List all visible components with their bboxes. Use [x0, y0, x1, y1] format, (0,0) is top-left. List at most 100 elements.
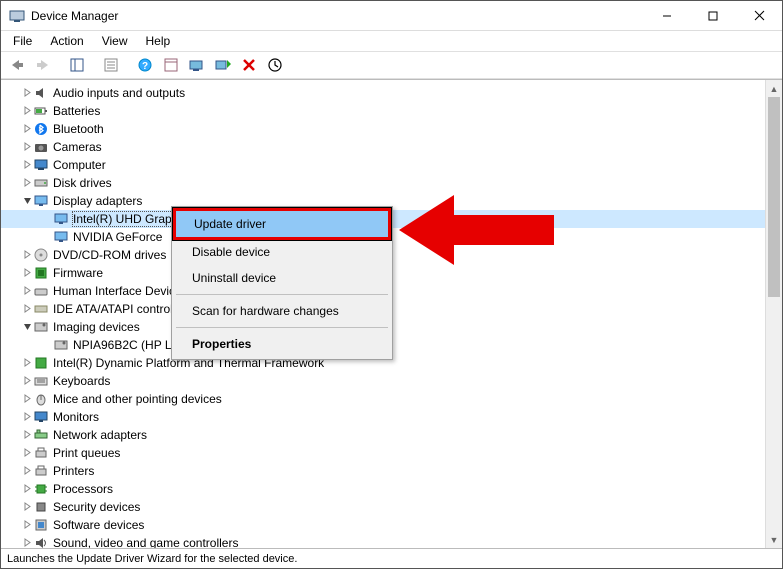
tree-item[interactable]: Bluetooth — [1, 120, 765, 138]
disable-button[interactable] — [263, 54, 287, 76]
scroll-up-button[interactable]: ▲ — [766, 80, 782, 97]
network-icon — [33, 427, 49, 443]
expand-icon[interactable] — [21, 87, 33, 100]
ctx-update-driver[interactable]: Update driver — [173, 208, 391, 240]
ctx-disable-device[interactable]: Disable device — [174, 239, 390, 265]
vertical-scrollbar[interactable]: ▲ ▼ — [765, 80, 782, 548]
minimize-button[interactable] — [644, 1, 690, 31]
tree-item[interactable]: Computer — [1, 156, 765, 174]
expand-icon[interactable] — [21, 303, 33, 316]
expand-icon[interactable] — [21, 519, 33, 532]
dvd-icon — [33, 247, 49, 263]
tree-item[interactable]: Software devices — [1, 516, 765, 534]
tree-item-label: Bluetooth — [53, 122, 104, 136]
expand-icon[interactable] — [21, 411, 33, 424]
tree-item-label: Disk drives — [53, 176, 112, 190]
tree-item[interactable]: Audio inputs and outputs — [1, 84, 765, 102]
expand-icon[interactable] — [21, 357, 33, 370]
tree-item-label: Network adapters — [53, 428, 147, 442]
status-bar: Launches the Update Driver Wizard for th… — [1, 548, 782, 568]
expand-icon[interactable] — [21, 159, 33, 172]
expand-icon[interactable] — [21, 141, 33, 154]
tree-item[interactable]: Monitors — [1, 408, 765, 426]
expand-icon[interactable] — [21, 177, 33, 190]
tree-item[interactable]: Network adapters — [1, 426, 765, 444]
expand-icon[interactable] — [21, 105, 33, 118]
tree-item-label: Printers — [53, 464, 94, 478]
expand-icon[interactable] — [21, 501, 33, 514]
help-button[interactable]: ? — [133, 54, 157, 76]
hid-icon — [33, 283, 49, 299]
tree-item[interactable]: Mice and other pointing devices — [1, 390, 765, 408]
tree-item-label: Imaging devices — [53, 320, 140, 334]
menu-file[interactable]: File — [5, 32, 40, 50]
tree-item-label: Batteries — [53, 104, 100, 118]
expand-icon[interactable] — [21, 465, 33, 478]
properties-button[interactable] — [99, 54, 123, 76]
scan-hardware-button[interactable] — [211, 54, 235, 76]
firmware-icon — [33, 265, 49, 281]
tree-item[interactable]: Batteries — [1, 102, 765, 120]
tree-item-label: Firmware — [53, 266, 103, 280]
tree-item-label: Cameras — [53, 140, 102, 154]
ide-icon — [33, 301, 49, 317]
menu-action[interactable]: Action — [42, 32, 91, 50]
ctx-uninstall-device[interactable]: Uninstall device — [174, 265, 390, 291]
tree-item[interactable]: Sound, video and game controllers — [1, 534, 765, 548]
tree-item[interactable]: Print queues — [1, 444, 765, 462]
tree-item-label: NVIDIA GeForce — [73, 230, 162, 244]
collapse-icon[interactable] — [21, 321, 33, 334]
app-icon — [9, 8, 25, 24]
tree-item[interactable]: Disk drives — [1, 174, 765, 192]
tree-item-label: Mice and other pointing devices — [53, 392, 222, 406]
separator — [125, 54, 131, 76]
expand-icon[interactable] — [21, 123, 33, 136]
tree-item[interactable]: Keyboards — [1, 372, 765, 390]
platform-icon — [33, 355, 49, 371]
show-hide-tree-button[interactable] — [65, 54, 89, 76]
ctx-scan-hardware[interactable]: Scan for hardware changes — [174, 298, 390, 324]
expand-icon[interactable] — [21, 267, 33, 280]
printer-icon — [33, 463, 49, 479]
software-icon — [33, 517, 49, 533]
menu-view[interactable]: View — [94, 32, 136, 50]
content-area: Audio inputs and outputs Batteries Bluetoo… — [1, 79, 782, 548]
menu-help[interactable]: Help — [138, 32, 179, 50]
device-manager-window: Device Manager File Action View Help ? A… — [0, 0, 783, 569]
tree-item[interactable]: Printers — [1, 462, 765, 480]
maximize-button[interactable] — [690, 1, 736, 31]
expand-icon[interactable] — [21, 447, 33, 460]
expand-icon[interactable] — [21, 483, 33, 496]
back-button[interactable] — [5, 54, 29, 76]
tree-item[interactable]: Cameras — [1, 138, 765, 156]
collapse-icon[interactable] — [21, 195, 33, 208]
close-button[interactable] — [736, 1, 782, 31]
tree-item[interactable]: Processors — [1, 480, 765, 498]
title-bar: Device Manager — [1, 1, 782, 31]
monitor-icon — [33, 409, 49, 425]
tree-item-label: Security devices — [53, 500, 140, 514]
computer-icon — [33, 157, 49, 173]
tree-item-label: Print queues — [53, 446, 120, 460]
update-driver-button[interactable] — [185, 54, 209, 76]
action-button[interactable] — [159, 54, 183, 76]
ctx-separator — [176, 294, 388, 295]
tree-item-label: Software devices — [53, 518, 144, 532]
expand-icon[interactable] — [21, 429, 33, 442]
svg-text:?: ? — [142, 61, 148, 72]
display-icon — [33, 193, 49, 209]
forward-button[interactable] — [31, 54, 55, 76]
expand-icon[interactable] — [21, 375, 33, 388]
expand-icon[interactable] — [21, 285, 33, 298]
expand-icon[interactable] — [21, 537, 33, 549]
expand-icon[interactable] — [21, 249, 33, 262]
scroll-down-button[interactable]: ▼ — [766, 531, 782, 548]
ctx-properties[interactable]: Properties — [174, 331, 390, 357]
context-menu: Update driver Disable device Uninstall d… — [171, 206, 393, 360]
tree-item[interactable]: Security devices — [1, 498, 765, 516]
separator — [91, 54, 97, 76]
uninstall-button[interactable] — [237, 54, 261, 76]
expand-icon[interactable] — [21, 393, 33, 406]
scroll-thumb[interactable] — [768, 97, 780, 297]
tree-item-label: Display adapters — [53, 194, 142, 208]
